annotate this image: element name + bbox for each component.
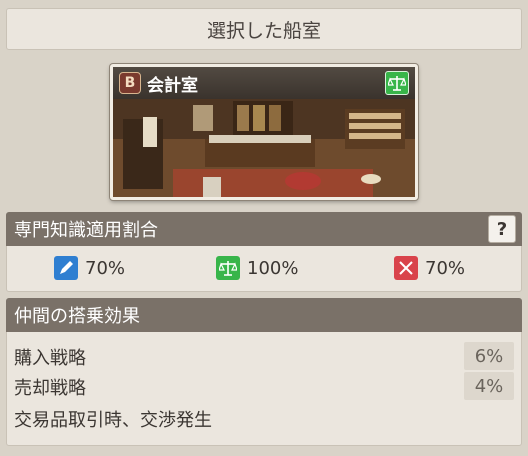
effect-label: 購入戦略	[14, 348, 86, 369]
office-room-illustration	[113, 99, 415, 197]
ratio-item-scale: 100%	[216, 256, 298, 280]
header-title: 選択した船室	[206, 19, 321, 42]
crew-effect-title: 仲間の搭乗効果	[14, 306, 140, 327]
effect-value: 4%	[464, 372, 514, 400]
help-button[interactable]: ?	[488, 215, 516, 243]
effect-value: 6%	[464, 342, 514, 370]
effect-label: 売却戦略	[14, 378, 86, 399]
room-card[interactable]: B 会計室	[110, 64, 418, 200]
ratio-value: 70%	[85, 257, 126, 279]
ratio-value: 100%	[247, 257, 299, 279]
room-illustration	[113, 99, 415, 197]
selected-cabin-header: 選択した船室	[6, 8, 522, 50]
expertise-ratios: 70% 100% 70%	[6, 250, 522, 286]
crew-effect-header: 仲間の搭乗効果	[6, 298, 522, 332]
effect-label: 交易品取引時、交渉発生	[14, 410, 212, 431]
expertise-title: 専門知識適用割合	[14, 220, 158, 241]
rank-badge: B	[119, 72, 141, 94]
room-name: 会計室	[147, 75, 198, 96]
room-title-bar: B 会計室	[113, 67, 415, 99]
scale-icon	[216, 256, 240, 280]
ratio-value: 70%	[425, 257, 466, 279]
ratio-item-swords: 70%	[394, 256, 465, 280]
swords-icon	[394, 256, 418, 280]
expertise-header: 専門知識適用割合 ?	[6, 212, 522, 246]
ratio-item-pen: 70%	[54, 256, 125, 280]
scale-icon	[385, 71, 409, 95]
pen-icon	[54, 256, 78, 280]
